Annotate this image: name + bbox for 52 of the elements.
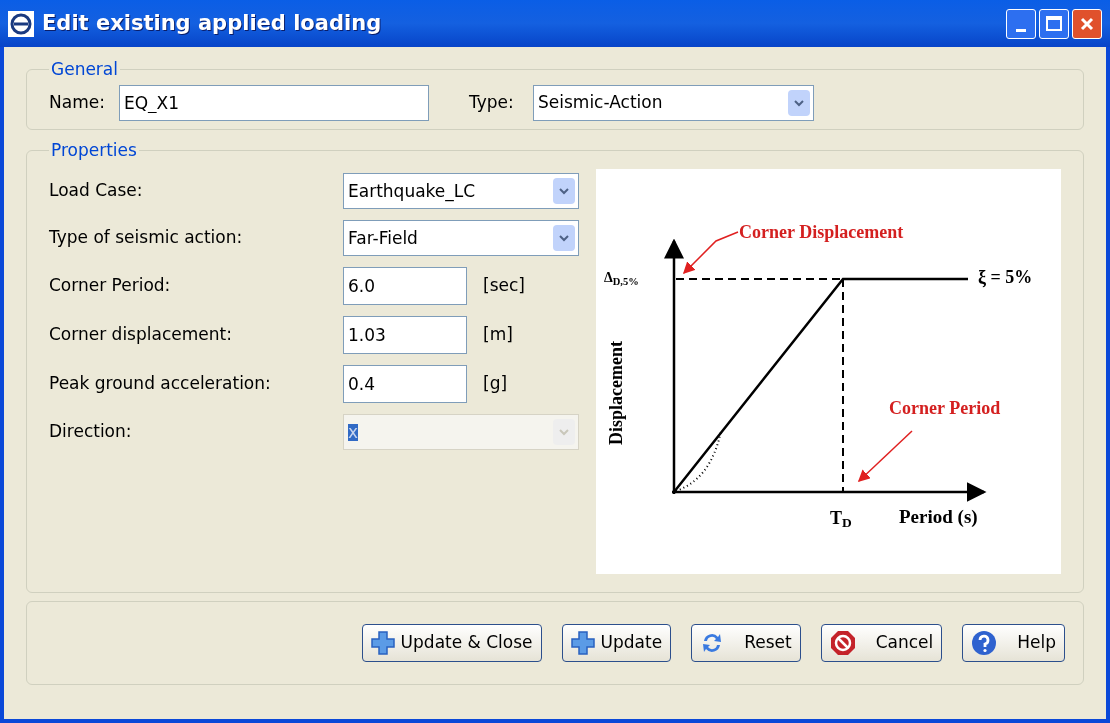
dropdown-button[interactable] <box>553 178 575 204</box>
dialog-button[interactable]: Update <box>561 623 672 662</box>
unit-label: [g] <box>483 372 508 396</box>
maximize-button[interactable] <box>1039 8 1069 39</box>
dialog-button[interactable]: Update & Close <box>361 623 542 662</box>
stop-icon <box>829 629 856 656</box>
help-icon <box>971 629 998 656</box>
leader-arrow <box>682 231 739 275</box>
close-button[interactable] <box>1072 8 1102 39</box>
value-field[interactable]: 0.4 <box>343 365 467 403</box>
section-legend: General <box>49 57 120 83</box>
chevron-down-icon <box>558 428 570 436</box>
unit-label: [m] <box>483 323 513 347</box>
window-title: Edit existing applied loading <box>42 9 382 37</box>
dropdown-button[interactable] <box>553 225 575 251</box>
field-label: Peak ground acceleration: <box>49 372 272 396</box>
name-field[interactable]: EQ_X1 <box>119 84 429 121</box>
unit-label: [sec] <box>483 274 525 298</box>
chevron-down-icon <box>558 187 570 195</box>
dialog-button[interactable]: Help <box>962 623 1065 662</box>
close-icon <box>1079 15 1095 32</box>
field-label: Type: <box>469 90 515 114</box>
diagram-label: Δ$_{D,5%}$ <box>604 271 639 285</box>
plus-icon <box>370 630 395 655</box>
value-field[interactable]: 6.0 <box>343 267 467 305</box>
field-label: Corner displacement: <box>49 323 233 347</box>
field-label: Type of seismic action: <box>49 226 244 250</box>
diagram-label: Corner Period <box>889 399 1001 417</box>
dropdown-button[interactable] <box>788 89 810 116</box>
plus-icon <box>570 630 595 655</box>
axis-title: Displacement <box>607 341 625 445</box>
value-field[interactable]: 1.03 <box>343 316 467 354</box>
field-label: Corner Period: <box>49 274 172 298</box>
field-label: Load Case: <box>49 179 144 203</box>
section-legend: Properties <box>49 137 139 163</box>
axis-title: Period (s) <box>899 507 978 526</box>
dialog-button[interactable]: Reset <box>691 623 801 662</box>
leader-arrow <box>857 430 913 483</box>
dropdown-field[interactable]: Seismic-Action <box>533 84 814 121</box>
diagram-label: ξ = 5% <box>978 268 1033 286</box>
dropdown-field[interactable]: Earthquake_LC <box>343 173 579 209</box>
dialog-button[interactable]: Cancel <box>820 623 943 662</box>
dotted-curve <box>675 430 722 492</box>
chevron-down-icon <box>793 98 805 107</box>
field-label: Name: <box>49 90 106 114</box>
field-label: Direction: <box>49 420 133 444</box>
chevron-down-icon <box>558 234 570 242</box>
diagram-label: Corner Displacement <box>739 223 904 241</box>
minimize-button[interactable] <box>1006 8 1036 39</box>
app-icon <box>8 10 34 37</box>
dropdown-field[interactable]: Far-Field <box>343 220 579 256</box>
diagram-label: T$_{D}$ <box>830 509 852 527</box>
